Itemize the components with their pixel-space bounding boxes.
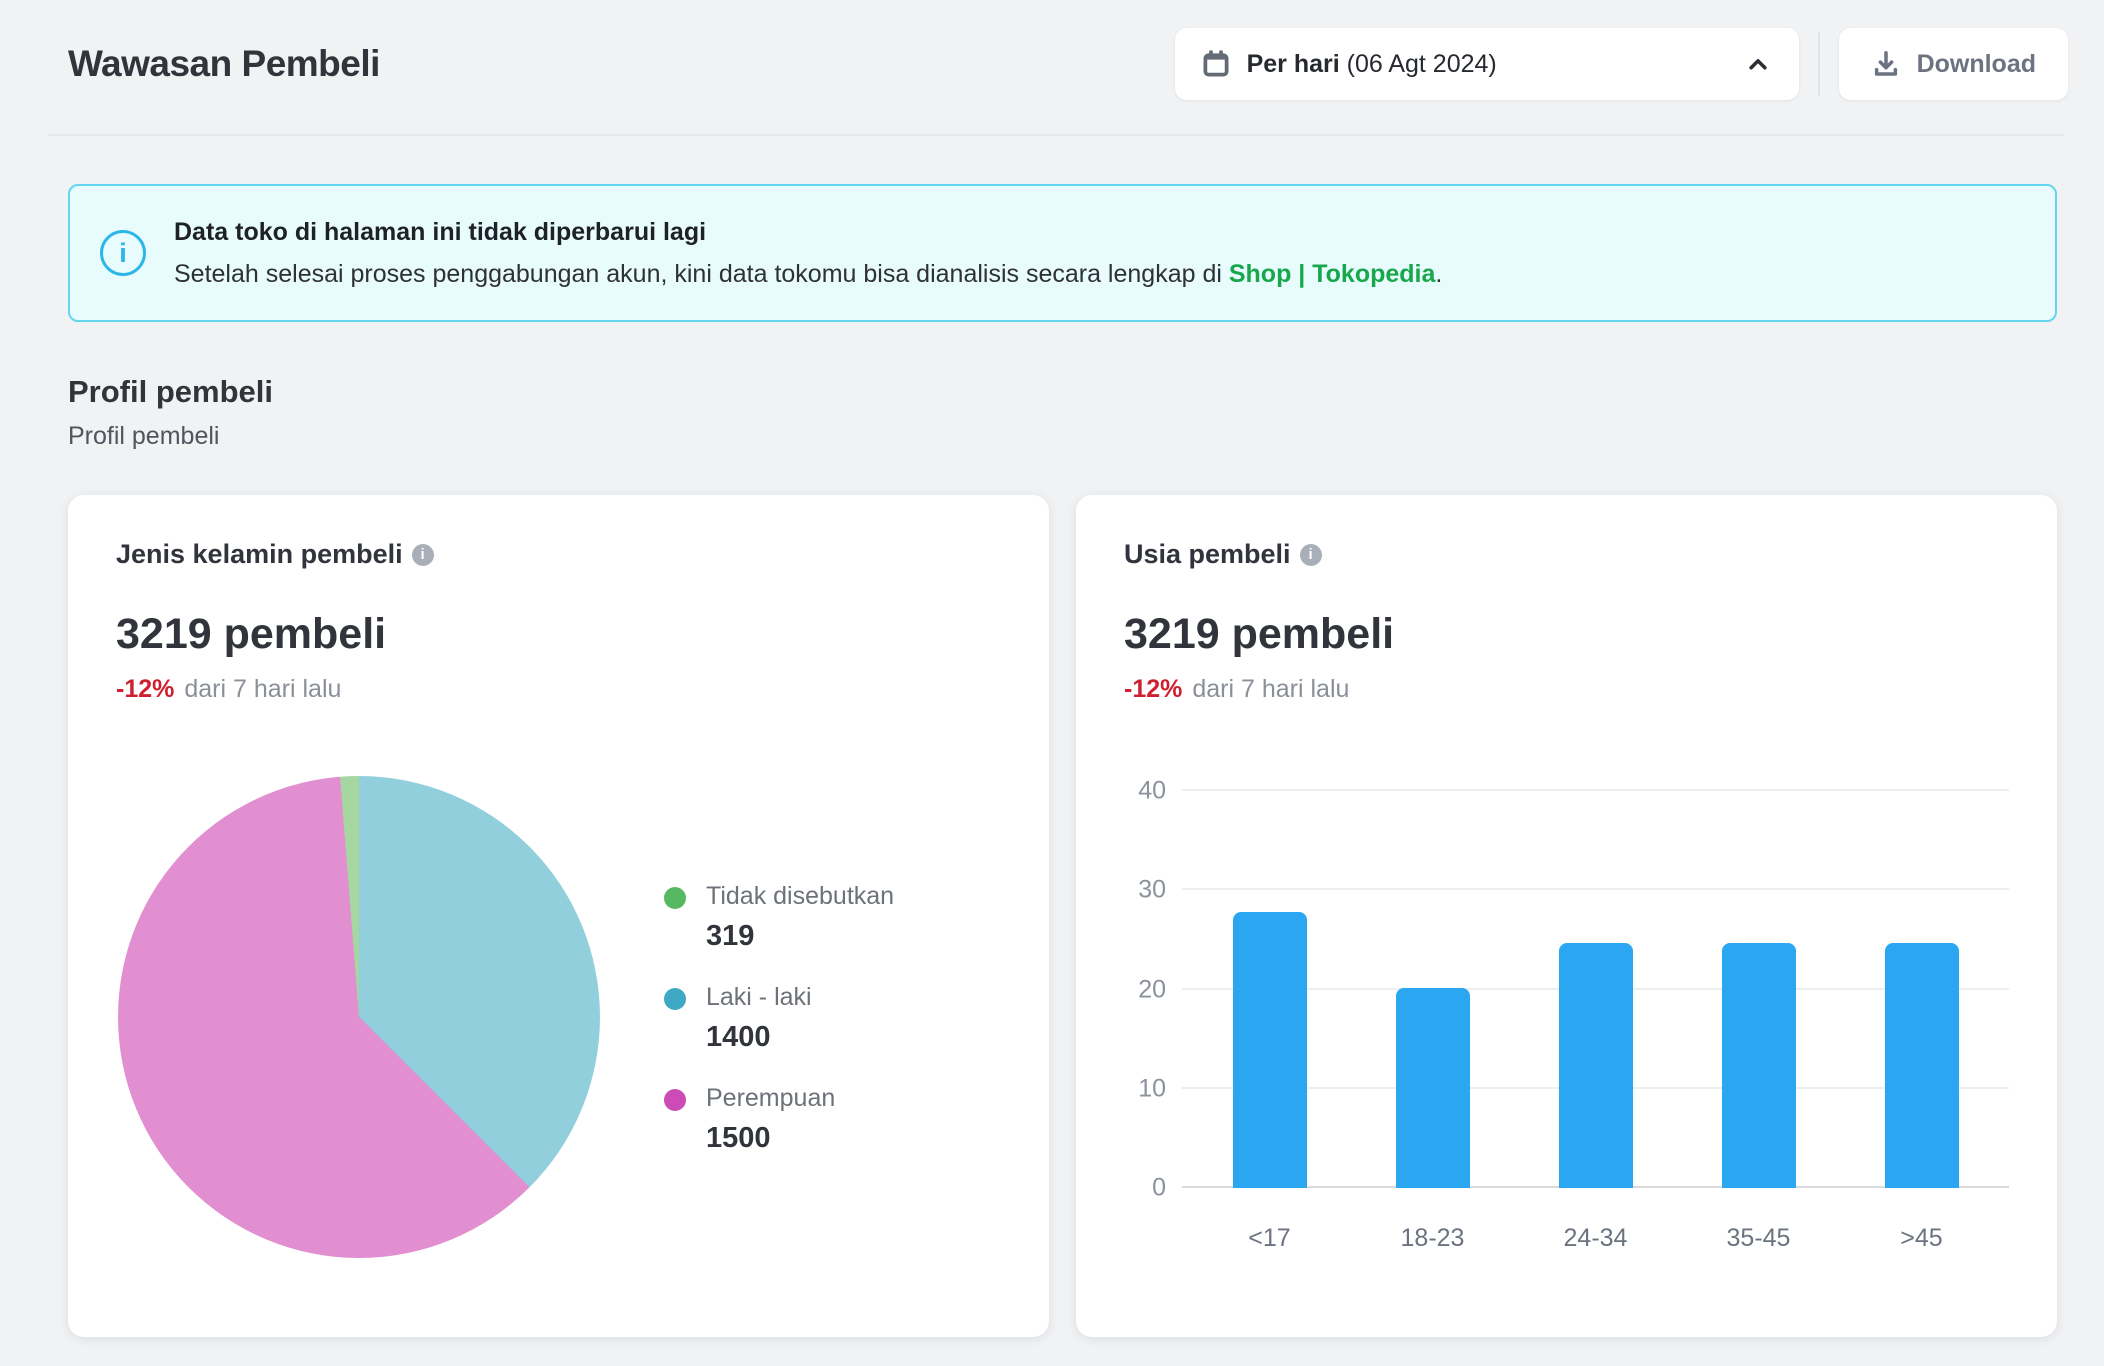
banner-body-suffix: . <box>1435 260 1442 288</box>
legend-label: Perempuan <box>706 1084 835 1113</box>
x-tick-label: <17 <box>1220 1224 1320 1253</box>
legend-label: Tidak disebutkan <box>706 882 894 911</box>
age-delta-suffix: dari 7 hari lalu <box>1192 675 1349 703</box>
banner-title: Data toko di halaman ini tidak diperbaru… <box>174 218 1442 247</box>
x-tick-label: 24-34 <box>1546 1224 1646 1253</box>
age-card: Usia pembeli i 3219 pembeli -12% dari 7 h… <box>1076 495 2057 1337</box>
gender-legend: Tidak disebutkan 319 Laki - laki 1400 <box>664 882 894 1258</box>
gender-card-header: Jenis kelamin pembeli i <box>116 539 1001 570</box>
legend-dot <box>664 1089 686 1111</box>
banner-body-prefix: Setelah selesai proses penggabungan akun… <box>174 260 1229 288</box>
gender-delta-value: -12% <box>116 675 174 703</box>
y-tick-label: 10 <box>1138 1074 1166 1103</box>
page-header: Wawasan Pembeli Per hari (06 Agt 2024) <box>0 0 2104 100</box>
gender-delta-suffix: dari 7 hari lalu <box>184 675 341 703</box>
download-icon <box>1871 49 1901 79</box>
legend-value: 1400 <box>706 1021 812 1054</box>
bars-container <box>1182 791 2009 1188</box>
bar <box>1233 912 1307 1188</box>
legend-dot <box>664 988 686 1010</box>
gender-total: 3219 pembeli <box>116 610 1001 659</box>
legend-item: Perempuan 1500 <box>664 1084 894 1155</box>
section-subtitle: Profil pembeli <box>68 422 2036 451</box>
age-bar-chart: 40 30 20 10 0 <17 18-23 2 <box>1124 791 2009 1253</box>
download-button[interactable]: Download <box>1839 28 2068 100</box>
y-tick-label: 30 <box>1138 876 1166 905</box>
download-label: Download <box>1917 50 2036 79</box>
legend-value: 1500 <box>706 1122 835 1155</box>
y-tick-label: 40 <box>1138 777 1166 806</box>
gender-card: Jenis kelamin pembeli i 3219 pembeli -12… <box>68 495 1049 1337</box>
bar <box>1559 943 1633 1188</box>
bar <box>1885 943 1959 1188</box>
info-circle-icon: i <box>100 230 146 276</box>
age-total: 3219 pembeli <box>1124 610 2009 659</box>
x-tick-label: >45 <box>1872 1224 1972 1253</box>
gender-info-icon[interactable]: i <box>412 544 434 566</box>
period-selector-button[interactable]: Per hari (06 Agt 2024) <box>1175 28 1799 100</box>
banner-text: Data toko di halaman ini tidak diperbaru… <box>174 218 1442 289</box>
y-tick-label: 0 <box>1152 1174 1166 1203</box>
gender-pie-chart <box>118 776 600 1258</box>
bar-chart-plot: 40 30 20 10 0 <box>1182 791 2009 1188</box>
section-header: Profil pembeli Profil pembeli <box>68 374 2036 451</box>
gender-chart-row: Tidak disebutkan 319 Laki - laki 1400 <box>116 776 1001 1258</box>
x-tick-label: 35-45 <box>1709 1224 1809 1253</box>
page-title: Wawasan Pembeli <box>68 43 380 85</box>
chevron-up-icon <box>1743 49 1773 79</box>
age-delta-row: -12% dari 7 hari lalu <box>1124 675 2009 704</box>
legend-item: Laki - laki 1400 <box>664 983 894 1054</box>
cards-row: Jenis kelamin pembeli i 3219 pembeli -12… <box>68 495 2057 1337</box>
period-mode: Per hari <box>1247 50 1340 78</box>
section-title: Profil pembeli <box>68 374 2036 410</box>
header-rule <box>48 134 2064 136</box>
bar <box>1396 988 1470 1188</box>
info-banner: i Data toko di halaman ini tidak diperba… <box>68 184 2057 322</box>
legend-label: Laki - laki <box>706 983 812 1012</box>
bar <box>1722 943 1796 1188</box>
period-label: Per hari (06 Agt 2024) <box>1247 50 1497 79</box>
legend-item: Tidak disebutkan 319 <box>664 882 894 953</box>
age-info-icon[interactable]: i <box>1300 544 1322 566</box>
header-actions: Per hari (06 Agt 2024) Download <box>1175 28 2068 100</box>
buyer-insights-page: Wawasan Pembeli Per hari (06 Agt 2024) <box>0 0 2104 1366</box>
x-tick-label: 18-23 <box>1383 1224 1483 1253</box>
legend-value: 319 <box>706 920 894 953</box>
header-divider <box>1818 32 1820 96</box>
legend-dot <box>664 887 686 909</box>
y-tick-label: 20 <box>1138 975 1166 1004</box>
calendar-icon <box>1201 49 1231 79</box>
gender-delta-row: -12% dari 7 hari lalu <box>116 675 1001 704</box>
gender-card-title: Jenis kelamin pembeli <box>116 539 403 570</box>
banner-body: Setelah selesai proses penggabungan akun… <box>174 260 1442 289</box>
x-axis-labels: <17 18-23 24-34 35-45 >45 <box>1182 1224 2009 1253</box>
shop-tokopedia-link[interactable]: Shop | Tokopedia <box>1229 260 1436 288</box>
age-card-header: Usia pembeli i <box>1124 539 2009 570</box>
period-date: (06 Agt 2024) <box>1347 50 1497 78</box>
age-card-title: Usia pembeli <box>1124 539 1291 570</box>
age-delta-value: -12% <box>1124 675 1182 703</box>
